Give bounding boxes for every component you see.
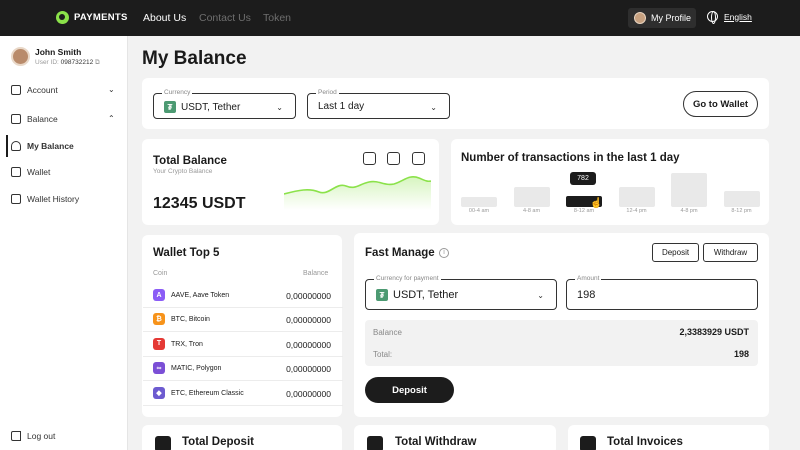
sidebar-item-wallet-history[interactable]: Wallet History xyxy=(11,194,79,204)
chevron-up-icon[interactable]: ⌃ xyxy=(108,114,115,123)
balance-label: Balance xyxy=(373,328,402,337)
coin-row[interactable]: ∞ MATIC, Polygon 0,00000000 xyxy=(143,357,343,382)
col-coin: Coin xyxy=(153,270,168,277)
wallet-icon xyxy=(11,114,21,124)
chevron-down-icon[interactable]: ⌄ xyxy=(108,85,115,94)
transaction-bar-label: 8-12 pm xyxy=(731,208,752,214)
total-balance-value: 12345 USDT xyxy=(153,195,246,212)
coin-balance: 0,00000000 xyxy=(286,291,331,301)
total-withdraw-title: Total Withdraw xyxy=(395,436,477,448)
coin-name: ETC, Ethereum Classic xyxy=(171,389,244,397)
deposit-icon xyxy=(155,436,171,450)
language-selector[interactable]: English xyxy=(707,11,752,24)
transaction-bar[interactable] xyxy=(671,173,707,207)
balance-icon xyxy=(11,141,21,151)
wallet-icon xyxy=(11,167,21,177)
tether-icon: ₮ xyxy=(376,289,388,301)
col-balance: Balance xyxy=(303,270,329,277)
balance-sparkline xyxy=(284,176,431,210)
logout-button[interactable]: Log out xyxy=(11,431,55,441)
go-to-wallet-button[interactable]: Go to Wallet xyxy=(683,91,758,117)
transaction-bar[interactable] xyxy=(513,187,550,207)
transaction-bar-label: 4-8 pm xyxy=(680,208,698,214)
my-profile-button[interactable]: My Profile xyxy=(628,8,696,28)
payment-currency-select[interactable]: Currency for payment ₮ USDT, Tether ⌄ xyxy=(365,275,557,310)
transaction-bar[interactable] xyxy=(723,191,760,207)
invoice-icon xyxy=(580,436,596,450)
coin-name: AAVE, Aave Token xyxy=(171,292,230,299)
coin-name: MATIC, Polygon xyxy=(171,365,222,373)
transaction-bar[interactable] xyxy=(618,187,655,207)
nav-token[interactable]: Token xyxy=(263,12,291,24)
coin-icon: ∞ xyxy=(153,362,165,375)
nav-contact-us[interactable]: Contact Us xyxy=(199,12,251,24)
total-balance-subtitle: Your Crypto Balance xyxy=(153,168,213,175)
chevron-down-icon: ⌄ xyxy=(276,103,283,112)
user-name: John Smith xyxy=(35,47,82,57)
balance-value: 2,3383929 USDT xyxy=(679,327,749,337)
grid-icon xyxy=(11,85,21,95)
logout-icon xyxy=(11,431,21,441)
amount-input[interactable]: Amount 198 xyxy=(566,275,758,310)
sidebar-item-balance[interactable]: Balance xyxy=(11,114,58,124)
total-balance-title: Total Balance xyxy=(153,155,227,167)
download-icon[interactable] xyxy=(387,152,400,165)
transactions-tooltip: 782 xyxy=(570,172,596,185)
coin-row[interactable]: T TRX, Tron 0,00000000 xyxy=(143,333,343,357)
fast-manage-title: Fast Manage xyxy=(365,247,435,259)
deposit-tab[interactable]: Deposit xyxy=(652,243,699,262)
coin-balance: 0,00000000 xyxy=(286,339,331,350)
transaction-bar[interactable] xyxy=(461,197,497,207)
currency-select[interactable]: Currency ₮ USDT, Tether ⌄ xyxy=(153,89,296,119)
upload-icon[interactable] xyxy=(363,152,376,165)
withdraw-icon xyxy=(367,436,383,450)
coin-balance: 0,00000000 xyxy=(286,388,331,399)
coin-icon: ◆ xyxy=(153,386,165,399)
total-label: Total: xyxy=(373,350,393,359)
sidebar xyxy=(0,36,128,450)
wallet-icon[interactable] xyxy=(412,152,425,165)
logo-icon xyxy=(56,11,69,24)
sidebar-item-account[interactable]: Account xyxy=(11,85,58,95)
history-icon xyxy=(11,194,21,204)
avatar xyxy=(634,12,646,24)
transaction-bar-label: 12-4 pm xyxy=(626,208,647,214)
coin-row[interactable]: ◆ ETC, Ethereum Classic 0,00000000 xyxy=(143,382,343,406)
wallet-top-title: Wallet Top 5 xyxy=(153,247,220,259)
tether-icon: ₮ xyxy=(164,101,176,113)
coin-name: BTC, Bitcoin xyxy=(171,316,210,324)
logo[interactable]: PAYMENTS xyxy=(56,11,128,24)
coin-balance: 0,00000000 xyxy=(286,315,331,326)
coin-icon: T xyxy=(153,337,165,350)
nav-about-us[interactable]: About Us xyxy=(143,12,186,24)
coin-row[interactable]: ₿ BTC, Bitcoin 0,00000000 xyxy=(143,308,343,333)
coin-balance: 0,00000000 xyxy=(286,364,331,375)
transaction-bar-label: 4-8 am xyxy=(522,208,541,214)
user-avatar xyxy=(11,47,30,66)
copy-icon[interactable]: ⧉ xyxy=(95,59,100,66)
info-icon[interactable]: i xyxy=(439,248,449,258)
chevron-down-icon: ⌄ xyxy=(537,291,544,300)
transactions-title: Number of transactions in the last 1 day xyxy=(461,152,680,164)
total-deposit-title: Total Deposit xyxy=(182,436,254,448)
cursor-icon: ☝ xyxy=(590,198,603,209)
deposit-submit-button[interactable]: Deposit xyxy=(365,377,454,403)
period-select[interactable]: Period Last 1 day ⌄ xyxy=(307,89,450,119)
chevron-down-icon: ⌄ xyxy=(430,103,437,112)
sidebar-item-wallet[interactable]: Wallet xyxy=(11,167,50,177)
coin-row[interactable]: A AAVE, Aave Token 0,00000000 xyxy=(143,284,343,308)
coin-icon: ₿ xyxy=(153,313,165,326)
coin-icon: A xyxy=(153,289,165,301)
total-invoices-title: Total Invoices xyxy=(607,436,683,448)
transaction-bar-label: 00-4 am xyxy=(468,208,490,214)
globe-icon xyxy=(707,11,718,24)
coin-name: TRX, Tron xyxy=(171,340,203,348)
active-indicator xyxy=(6,135,8,157)
withdraw-tab[interactable]: Withdraw xyxy=(703,243,758,262)
user-id: User ID: 098732212 ⧉ xyxy=(35,59,100,66)
page-title: My Balance xyxy=(142,48,247,69)
total-value: 198 xyxy=(733,349,749,359)
sidebar-item-my-balance[interactable]: My Balance xyxy=(11,141,74,151)
